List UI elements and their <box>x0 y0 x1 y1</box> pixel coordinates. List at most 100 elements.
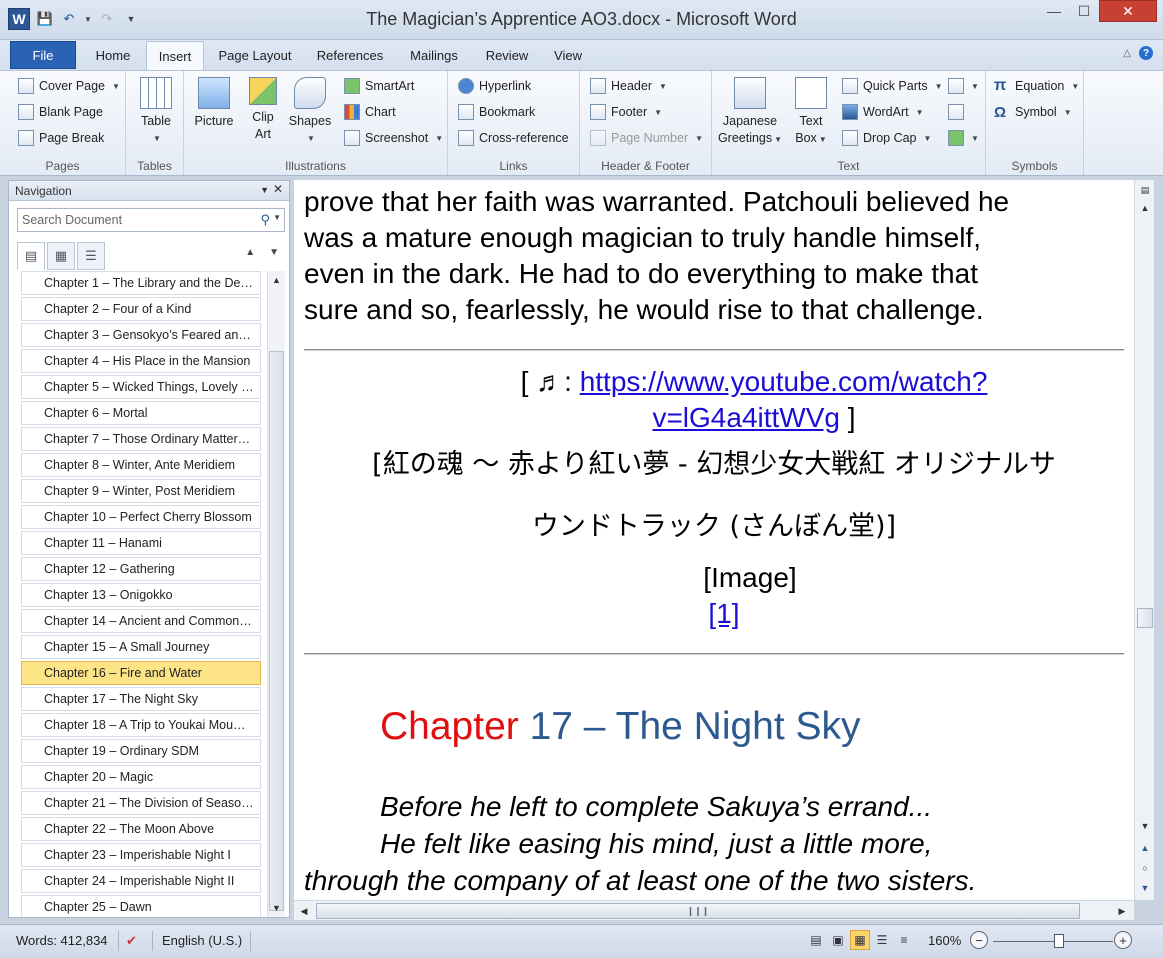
equation-button[interactable]: π Equation ▼ <box>994 75 1079 97</box>
drop-cap-button[interactable]: Drop Cap ▼ <box>842 127 931 149</box>
heading-item[interactable]: Chapter 8 – Winter, Ante Meridiem <box>21 453 261 477</box>
heading-item[interactable]: Chapter 25 – Dawn <box>21 895 261 917</box>
next-page-icon[interactable]: ▼ <box>1137 880 1153 896</box>
chart-button[interactable]: Chart <box>344 101 396 123</box>
blank-page-button[interactable]: Blank Page <box>18 101 103 123</box>
signature-line-button[interactable]: ▼ <box>948 75 979 97</box>
scroll-down-icon[interactable]: ▼ <box>1137 818 1153 834</box>
search-document-input[interactable]: Search Document ⚲ ▼ <box>17 208 285 232</box>
tab-review[interactable]: Review <box>474 40 540 70</box>
symbol-button[interactable]: Ω Symbol ▼ <box>994 101 1072 123</box>
pane-options-icon[interactable]: ▼ <box>260 185 269 195</box>
smartart-button[interactable]: SmartArt <box>344 75 414 97</box>
zoom-slider-track[interactable] <box>993 941 1113 942</box>
draft-view-icon[interactable]: ≡ <box>894 930 914 950</box>
select-browse-object-icon[interactable]: ○ <box>1137 860 1153 876</box>
clip-art-button[interactable]: Clip Art <box>246 77 280 143</box>
minimize-icon[interactable]: — <box>1039 0 1069 22</box>
full-screen-reading-view-icon[interactable]: ▣ <box>828 930 848 950</box>
horizontal-scroll-thumb[interactable]: ❙❙❙ <box>316 903 1080 919</box>
heading-item[interactable]: Chapter 10 – Perfect Cherry Blossom <box>21 505 261 529</box>
picture-button[interactable]: Picture <box>192 77 236 130</box>
tab-mailings[interactable]: Mailings <box>398 40 470 70</box>
minimize-ribbon-icon[interactable]: △ <box>1123 48 1131 59</box>
zoom-out-icon[interactable]: − <box>970 931 988 949</box>
tab-view[interactable]: View <box>544 40 592 70</box>
browse-headings-tab[interactable]: ▤ <box>17 242 45 270</box>
search-icon[interactable]: ⚲ <box>260 212 270 228</box>
quick-parts-button[interactable]: Quick Parts ▼ <box>842 75 943 97</box>
navigation-scrollbar[interactable]: ▲ ▼ <box>267 271 285 917</box>
previous-heading-icon[interactable]: ▲ <box>245 247 255 258</box>
youtube-link[interactable]: https://www.youtube.com/watch? <box>580 366 988 397</box>
tab-file[interactable]: File <box>10 41 76 69</box>
tab-home[interactable]: Home <box>84 40 142 70</box>
scroll-right-icon[interactable]: ▶ <box>1114 903 1130 919</box>
hyperlink-button[interactable]: Hyperlink <box>458 75 531 97</box>
browse-pages-tab[interactable]: ▦ <box>47 242 75 270</box>
heading-item[interactable]: Chapter 16 – Fire and Water <box>21 661 261 685</box>
tab-references[interactable]: References <box>306 40 394 70</box>
heading-item[interactable]: Chapter 3 – Gensokyo’s Feared an… <box>21 323 261 347</box>
heading-item[interactable]: Chapter 5 – Wicked Things, Lovely … <box>21 375 261 399</box>
previous-page-icon[interactable]: ▲ <box>1137 840 1153 856</box>
document-page[interactable]: prove that her faith was warranted. Patc… <box>294 180 1134 900</box>
ruler-toggle-icon[interactable]: ▤ <box>1137 182 1153 198</box>
outline-view-icon[interactable]: ☰ <box>872 930 892 950</box>
language-indicator[interactable]: English (U.S.) <box>162 933 242 948</box>
document-vertical-scrollbar[interactable]: ▤ ▲ ▼ ▲ ○ ▼ <box>1134 180 1154 900</box>
heading-item[interactable]: Chapter 12 – Gathering <box>21 557 261 581</box>
heading-item[interactable]: Chapter 24 – Imperishable Night II <box>21 869 261 893</box>
heading-item[interactable]: Chapter 13 – Onigokko <box>21 583 261 607</box>
heading-item[interactable]: Chapter 9 – Winter, Post Meridiem <box>21 479 261 503</box>
search-options-icon[interactable]: ▼ <box>273 213 281 222</box>
heading-item[interactable]: Chapter 23 – Imperishable Night I <box>21 843 261 867</box>
text-box-button[interactable]: Text Box ▼ <box>790 77 832 148</box>
close-pane-icon[interactable]: ✕ <box>273 182 283 196</box>
heading-item[interactable]: Chapter 20 – Magic <box>21 765 261 789</box>
heading-item[interactable]: Chapter 7 – Those Ordinary Matter… <box>21 427 261 451</box>
cross-reference-button[interactable]: Cross-reference <box>458 127 569 149</box>
zoom-level[interactable]: 160% <box>928 933 961 948</box>
tab-insert[interactable]: Insert <box>146 41 204 71</box>
web-layout-view-icon[interactable]: ▦ <box>850 930 870 950</box>
heading-item[interactable]: Chapter 1 – The Library and the De… <box>21 271 261 295</box>
scroll-down-icon[interactable]: ▼ <box>268 899 285 917</box>
next-heading-icon[interactable]: ▼ <box>269 247 279 258</box>
document-horizontal-scrollbar[interactable]: ◀ ❙❙❙ ▶ <box>294 900 1134 920</box>
close-icon[interactable]: ✕ <box>1099 0 1157 22</box>
heading-item[interactable]: Chapter 21 – The Division of Seaso… <box>21 791 261 815</box>
proofing-icon[interactable]: ✔ <box>126 933 137 949</box>
shapes-button[interactable]: Shapes ▼ <box>288 77 332 147</box>
screenshot-button[interactable]: Screenshot ▼ <box>344 127 443 149</box>
footnote-link[interactable]: [1] <box>708 598 739 629</box>
footer-button[interactable]: Footer ▼ <box>590 101 662 123</box>
header-button[interactable]: Header ▼ <box>590 75 667 97</box>
help-icon[interactable]: ? <box>1139 46 1153 60</box>
print-layout-view-icon[interactable]: ▤ <box>806 930 826 950</box>
date-time-button[interactable] <box>948 101 964 123</box>
cover-page-button[interactable]: Cover Page ▼ <box>18 75 120 97</box>
table-button[interactable]: Table ▼ <box>136 77 176 147</box>
document-scroll-thumb[interactable] <box>1137 608 1153 628</box>
zoom-slider-thumb[interactable] <box>1054 934 1064 948</box>
heading-item[interactable]: Chapter 4 – His Place in the Mansion <box>21 349 261 373</box>
browse-results-tab[interactable]: ☰ <box>77 242 105 270</box>
youtube-link-cont[interactable]: v=lG4a4ittWVg <box>652 402 840 433</box>
page-break-button[interactable]: Page Break <box>18 127 104 149</box>
heading-item[interactable]: Chapter 22 – The Moon Above <box>21 817 261 841</box>
wordart-button[interactable]: WordArt ▼ <box>842 101 924 123</box>
heading-item[interactable]: Chapter 15 – A Small Journey <box>21 635 261 659</box>
navigation-scroll-thumb[interactable] <box>269 351 284 911</box>
heading-item[interactable]: Chapter 19 – Ordinary SDM <box>21 739 261 763</box>
scroll-up-icon[interactable]: ▲ <box>268 271 285 289</box>
tab-page-layout[interactable]: Page Layout <box>208 40 302 70</box>
heading-item[interactable]: Chapter 6 – Mortal <box>21 401 261 425</box>
zoom-in-icon[interactable]: + <box>1114 931 1132 949</box>
maximize-icon[interactable]: ☐ <box>1069 0 1099 22</box>
page-number-button[interactable]: Page Number ▼ <box>590 127 703 149</box>
heading-item[interactable]: Chapter 11 – Hanami <box>21 531 261 555</box>
heading-item[interactable]: Chapter 18 – A Trip to Youkai Mou… <box>21 713 261 737</box>
bookmark-button[interactable]: Bookmark <box>458 101 535 123</box>
scroll-up-icon[interactable]: ▲ <box>1137 200 1153 216</box>
